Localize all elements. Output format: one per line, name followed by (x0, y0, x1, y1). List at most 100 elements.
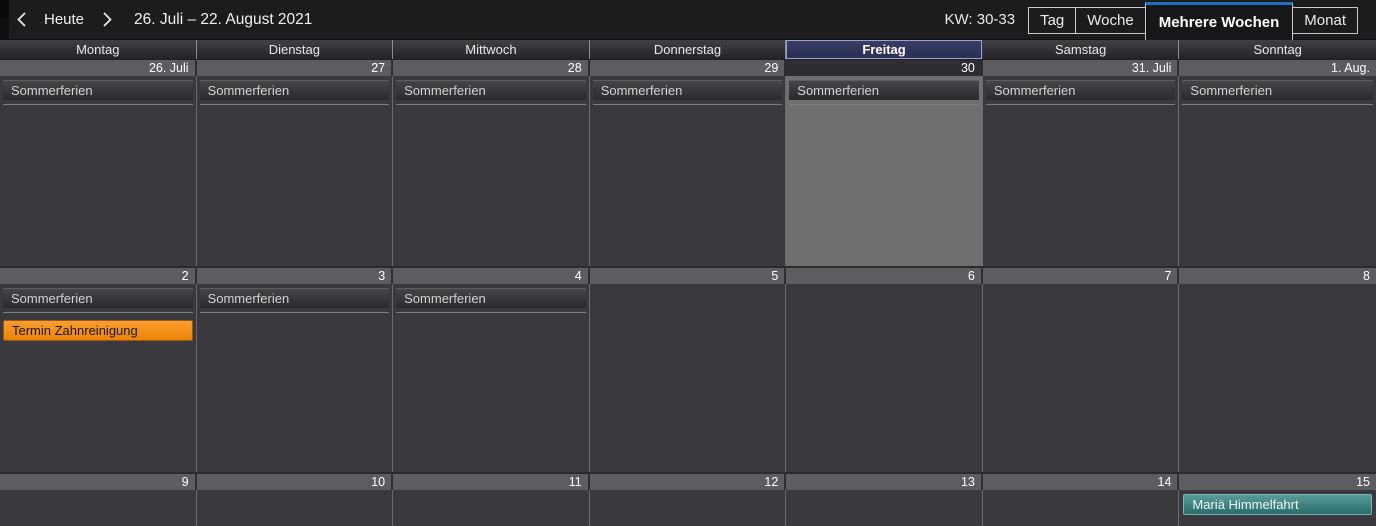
day-cell-body[interactable] (0, 490, 197, 526)
tab-tag[interactable]: Tag (1028, 6, 1077, 34)
date-label[interactable]: 9 (0, 474, 197, 490)
day-cell-body[interactable]: Sommerferien (196, 76, 394, 266)
date-label[interactable]: 13 (786, 474, 983, 490)
day-cell-body[interactable] (589, 284, 787, 472)
next-period-button[interactable] (96, 7, 118, 33)
day-cell-15[interactable]: 15 Mariä Himmelfahrt (1179, 474, 1376, 526)
day-cell-2[interactable]: 2 Sommerferien Termin Zahnreinigung (0, 268, 197, 472)
day-cell-29[interactable]: 29 Sommerferien (589, 60, 787, 266)
day-cell-7[interactable]: 7 (982, 268, 1180, 472)
day-cell-11[interactable]: 11 (393, 474, 590, 526)
day-cell-body[interactable]: Sommerferien (393, 76, 590, 266)
chevron-left-icon (16, 12, 26, 27)
day-cell-4[interactable]: 4 Sommerferien (393, 268, 590, 472)
date-label[interactable]: 8 (1179, 268, 1376, 284)
day-cell-body[interactable]: Sommerferien Termin Zahnreinigung (0, 284, 197, 472)
date-label[interactable]: 1. Aug. (1179, 60, 1376, 76)
date-label[interactable]: 27 (196, 60, 394, 76)
event-sommerferien[interactable]: Sommerferien (985, 80, 1176, 100)
day-cell-26-juli[interactable]: 26. Juli Sommerferien (0, 60, 197, 266)
day-cell-body[interactable] (982, 490, 1180, 526)
event-sommerferien[interactable]: Sommerferien (199, 288, 390, 308)
week-row-2: 2 Sommerferien Termin Zahnreinigung 3 Sommer… (0, 266, 1376, 472)
day-cell-body[interactable]: Sommerferien (196, 284, 394, 472)
event-underline (1182, 104, 1373, 105)
event-sommerferien[interactable]: Sommerferien (1182, 80, 1373, 100)
date-label[interactable]: 12 (589, 474, 787, 490)
day-cell-body[interactable]: Sommerferien (0, 76, 197, 266)
week-row-1: 26. Juli Sommerferien 27 Sommerferien 28 Somm… (0, 60, 1376, 266)
event-sommerferien[interactable]: Sommerferien (3, 80, 193, 100)
day-cell-body[interactable]: Sommerferien (589, 76, 787, 266)
date-label[interactable]: 5 (589, 268, 787, 284)
date-label[interactable]: 10 (196, 474, 394, 490)
date-label[interactable]: 6 (786, 268, 983, 284)
previous-period-button[interactable] (10, 7, 32, 33)
date-label[interactable]: 11 (393, 474, 590, 490)
day-header-freitag: Freitag (786, 40, 983, 59)
tab-monat[interactable]: Monat (1292, 6, 1358, 34)
day-cell-6[interactable]: 6 (786, 268, 983, 472)
day-cell-14[interactable]: 14 (982, 474, 1180, 526)
day-header-montag: Montag (0, 40, 197, 59)
event-termin-zahnreinigung[interactable]: Termin Zahnreinigung (3, 320, 193, 341)
event-underline (199, 104, 390, 105)
day-cell-body[interactable] (393, 490, 590, 526)
event-sommerferien[interactable]: Sommerferien (3, 288, 193, 308)
day-header-donnerstag: Donnerstag (589, 40, 787, 59)
event-underline (396, 312, 586, 313)
day-cell-13[interactable]: 13 (786, 474, 983, 526)
day-of-week-header-row: Montag Dienstag Mittwoch Donnerstag Freitag S… (0, 40, 1376, 60)
event-underline (199, 312, 390, 313)
date-range-label: 26. Juli – 22. August 2021 (134, 10, 313, 28)
tab-woche[interactable]: Woche (1075, 6, 1146, 34)
today-button[interactable]: Heute (38, 9, 90, 30)
weeks-container: 26. Juli Sommerferien 27 Sommerferien 28 Somm… (0, 60, 1376, 526)
day-cell-27[interactable]: 27 Sommerferien (196, 60, 394, 266)
day-cell-body[interactable]: Sommerferien (982, 76, 1180, 266)
event-mariä-himmelfahrt[interactable]: Mariä Himmelfahrt (1183, 494, 1372, 515)
day-cell-10[interactable]: 10 (196, 474, 394, 526)
event-sommerferien[interactable]: Sommerferien (396, 80, 586, 100)
day-cell-body[interactable]: Mariä Himmelfahrt (1179, 490, 1376, 526)
event-underline (789, 104, 979, 105)
date-label[interactable]: 14 (982, 474, 1180, 490)
day-cell-12[interactable]: 12 (589, 474, 787, 526)
tab-mehrere-wochen[interactable]: Mehrere Wochen (1144, 1, 1294, 40)
date-label[interactable]: 2 (0, 268, 197, 284)
day-cell-5[interactable]: 5 (589, 268, 787, 472)
day-cell-body[interactable] (196, 490, 394, 526)
day-cell-body[interactable] (589, 490, 787, 526)
day-cell-28[interactable]: 28 Sommerferien (393, 60, 590, 266)
event-sommerferien[interactable]: Sommerferien (592, 80, 783, 100)
date-label[interactable]: 15 (1179, 474, 1376, 490)
day-cell-body[interactable] (1179, 284, 1376, 472)
day-cell-1-aug[interactable]: 1. Aug. Sommerferien (1179, 60, 1376, 266)
date-label[interactable]: 29 (589, 60, 787, 76)
day-cell-30[interactable]: 30 Sommerferien (786, 60, 983, 266)
day-cell-body[interactable]: Sommerferien (1179, 76, 1376, 266)
day-cell-body[interactable]: Sommerferien (393, 284, 590, 472)
event-sommerferien[interactable]: Sommerferien (199, 80, 390, 100)
day-header-samstag: Samstag (982, 40, 1180, 59)
date-label[interactable]: 30 (786, 60, 983, 76)
event-underline (3, 104, 193, 105)
event-sommerferien[interactable]: Sommerferien (789, 80, 979, 100)
date-label[interactable]: 26. Juli (0, 60, 197, 76)
date-label[interactable]: 7 (982, 268, 1180, 284)
date-label[interactable]: 28 (393, 60, 590, 76)
event-sommerferien[interactable]: Sommerferien (396, 288, 586, 308)
date-label[interactable]: 31. Juli (982, 60, 1180, 76)
day-cell-31-juli[interactable]: 31. Juli Sommerferien (982, 60, 1180, 266)
view-tabs: Tag Woche Mehrere Wochen Monat (1028, 0, 1358, 40)
day-cell-8[interactable]: 8 (1179, 268, 1376, 472)
date-label[interactable]: 3 (196, 268, 394, 284)
date-label[interactable]: 4 (393, 268, 590, 284)
day-cell-9[interactable]: 9 (0, 474, 197, 526)
day-cell-body[interactable]: Sommerferien (786, 76, 983, 266)
day-cell-body[interactable] (786, 284, 983, 472)
day-header-mittwoch: Mittwoch (393, 40, 590, 59)
day-cell-body[interactable] (982, 284, 1180, 472)
day-cell-3[interactable]: 3 Sommerferien (196, 268, 394, 472)
day-cell-body[interactable] (786, 490, 983, 526)
